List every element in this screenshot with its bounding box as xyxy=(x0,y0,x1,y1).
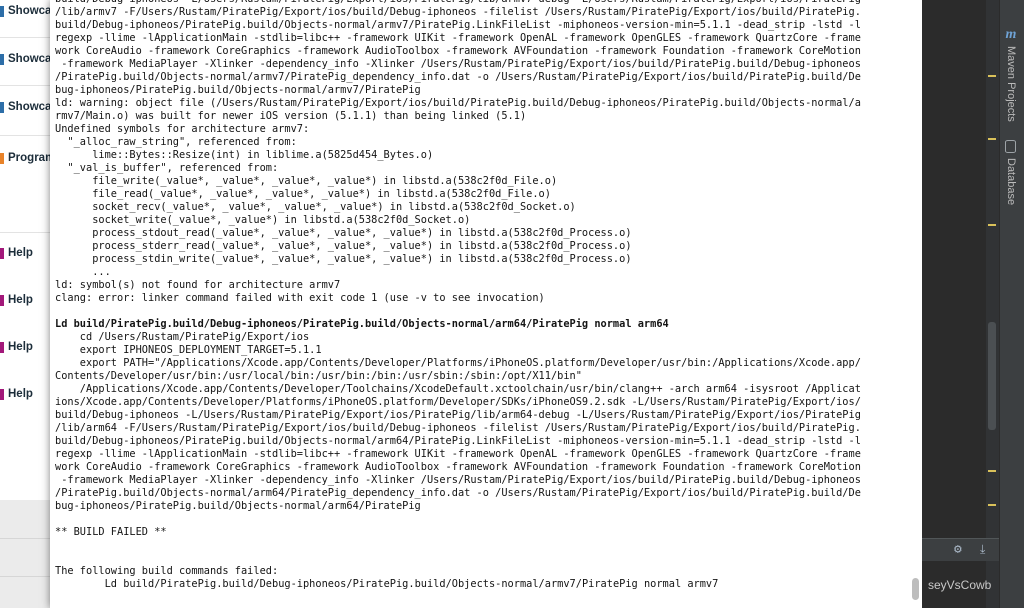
log-line: ld: warning: object file (/Users/Rustam/… xyxy=(55,97,861,109)
database-icon[interactable] xyxy=(1005,140,1016,153)
log-line: ** BUILD FAILED ** xyxy=(55,526,167,538)
left-list-item-label: Showca xyxy=(8,5,50,17)
log-line: socket_write(_value*, _value*) in libstd… xyxy=(55,214,471,226)
divider xyxy=(0,135,50,136)
bookmark-icon xyxy=(0,295,4,306)
log-line: lime::Bytes::Resize(int) in liblime.a(58… xyxy=(55,149,434,161)
log-line: socket_recv(_value*, _value*, _value*, _… xyxy=(55,201,576,213)
gutter-marker[interactable] xyxy=(988,75,996,77)
log-line: process_stdin_write(_value*, _value*, _v… xyxy=(55,253,632,265)
log-line: work CoreAudio -framework CoreGraphics -… xyxy=(55,461,861,473)
log-line: /Applications/Xcode.app/Contents/Develop… xyxy=(55,383,861,395)
divider xyxy=(0,538,50,539)
tool-window-database[interactable]: Database xyxy=(1005,158,1017,205)
log-line: export PATH="/Applications/Xcode.app/Con… xyxy=(55,357,861,369)
left-list-item[interactable]: Showca xyxy=(0,4,50,22)
editor-gutter[interactable] xyxy=(986,0,999,608)
log-line: file_read(_value*, _value*, _value*, _va… xyxy=(55,188,551,200)
left-list-item-label: Program xyxy=(8,152,50,164)
log-line: cd /Users/Rustam/PiratePig/Export/ios xyxy=(55,331,310,343)
log-line: process_stderr_read(_value*, _value*, _v… xyxy=(55,240,632,252)
log-line: build/Debug-iphoneos -L/Users/Rustam/Pir… xyxy=(55,409,861,421)
gutter-marker[interactable] xyxy=(988,138,996,140)
left-list-item-label: Showca xyxy=(8,101,50,113)
log-line: build/Debug-iphoneos/PiratePig.build/Obj… xyxy=(55,435,861,447)
left-list-item[interactable]: Showca xyxy=(0,100,50,118)
log-line: process_stdout_read(_value*, _value*, _v… xyxy=(55,227,632,239)
log-line: ... xyxy=(55,266,111,278)
log-line: file_write(_value*, _value*, _value*, _v… xyxy=(55,175,558,187)
build-log-text: build/Debug-iphoneos -L/Users/Rustam/Pir… xyxy=(55,0,911,591)
left-list-item-label: Help xyxy=(8,294,33,306)
bookmark-icon xyxy=(0,6,4,17)
divider xyxy=(0,37,50,38)
gutter-marker[interactable] xyxy=(988,224,996,226)
left-list-item-label: Help xyxy=(8,341,33,353)
tool-window-maven-projects[interactable]: Maven Projects xyxy=(1005,46,1017,122)
build-log-window[interactable]: build/Debug-iphoneos -L/Users/Rustam/Pir… xyxy=(50,0,922,608)
log-line: regexp -llime -lApplicationMain -stdlib=… xyxy=(55,32,861,44)
bookmark-icon xyxy=(0,389,4,400)
log-line: regexp -llime -lApplicationMain -stdlib=… xyxy=(55,448,861,460)
log-line: /PiratePig.build/Objects-normal/armv7/Pi… xyxy=(55,71,861,83)
log-line: Undefined symbols for architecture armv7… xyxy=(55,123,310,135)
gutter-marker[interactable] xyxy=(988,470,996,472)
log-line: ld: symbol(s) not found for architecture… xyxy=(55,279,341,291)
log-line: /lib/arm64 -F/Users/Rustam/PiratePig/Exp… xyxy=(55,422,861,434)
log-line: "_val_is_buffer", referenced from: xyxy=(55,162,279,174)
editor-scrollbar-thumb[interactable] xyxy=(988,322,996,430)
log-line: The following build commands failed: xyxy=(55,565,279,577)
left-list-item[interactable]: Help xyxy=(0,387,50,405)
bookmark-icon xyxy=(0,248,4,259)
left-list-item[interactable]: Program xyxy=(0,151,50,169)
left-list-item[interactable]: Showca xyxy=(0,52,50,70)
divider xyxy=(0,85,50,86)
log-line: export IPHONEOS_DEPLOYMENT_TARGET=5.1.1 xyxy=(55,344,322,356)
log-line: bug-iphoneos/PiratePig.build/Objects-nor… xyxy=(55,84,421,96)
left-list-item[interactable]: Help xyxy=(0,293,50,311)
divider xyxy=(0,576,50,577)
left-list-item[interactable]: Help xyxy=(0,340,50,358)
log-line: /PiratePig.build/Objects-normal/arm64/Pi… xyxy=(55,487,861,499)
scrollbar-thumb[interactable] xyxy=(912,578,919,600)
bookmark-icon xyxy=(0,153,4,164)
log-line: bug-iphoneos/PiratePig.build/Objects-nor… xyxy=(55,500,421,512)
gutter-marker[interactable] xyxy=(988,504,996,506)
left-list-item-label: Help xyxy=(8,388,33,400)
left-panel-footer xyxy=(0,500,50,608)
left-list-item[interactable]: Help xyxy=(0,246,50,264)
log-line: build/Debug-iphoneos/PiratePig.build/Obj… xyxy=(55,19,861,31)
tool-window-header: ⚙ ⤓ xyxy=(922,538,999,561)
pin-icon[interactable]: ⤓ xyxy=(980,542,985,557)
left-panel: Showca Showca Showca Program Help Help H… xyxy=(0,0,50,608)
log-line: clang: error: linker command failed with… xyxy=(55,292,545,304)
log-line: -framework MediaPlayer -Xlinker -depende… xyxy=(55,474,861,486)
log-line: Ld build/PiratePig.build/Debug-iphoneos/… xyxy=(55,578,719,590)
divider xyxy=(0,232,50,233)
log-line: rmv7/Main.o) was built for newer iOS ver… xyxy=(55,110,527,122)
bookmark-icon xyxy=(0,102,4,113)
left-list-item-label: Help xyxy=(8,247,33,259)
gear-icon[interactable]: ⚙ xyxy=(954,542,962,557)
log-line: ions/Xcode.app/Contents/Developer/Platfo… xyxy=(55,396,861,408)
log-line: Contents/Developer/usr/bin:/usr/local/bi… xyxy=(55,370,582,382)
log-line: -framework MediaPlayer -Xlinker -depende… xyxy=(55,58,861,70)
run-config-label: seyVsCowb xyxy=(928,578,992,592)
tool-window-strip: m Maven Projects Database xyxy=(999,0,1024,608)
bookmark-icon xyxy=(0,54,4,65)
log-line: Ld build/PiratePig.build/Debug-iphoneos/… xyxy=(55,318,669,330)
bookmark-icon xyxy=(0,342,4,353)
log-line: work CoreAudio -framework CoreGraphics -… xyxy=(55,45,861,57)
left-list-item-label: Showca xyxy=(8,53,50,65)
log-line: /lib/armv7 -F/Users/Rustam/PiratePig/Exp… xyxy=(55,6,861,18)
right-ide-panel: ⚙ ⤓ seyVsCowb m Maven Projects Database xyxy=(922,0,1024,608)
maven-icon[interactable]: m xyxy=(1004,28,1018,42)
log-line: "_alloc_raw_string", referenced from: xyxy=(55,136,297,148)
